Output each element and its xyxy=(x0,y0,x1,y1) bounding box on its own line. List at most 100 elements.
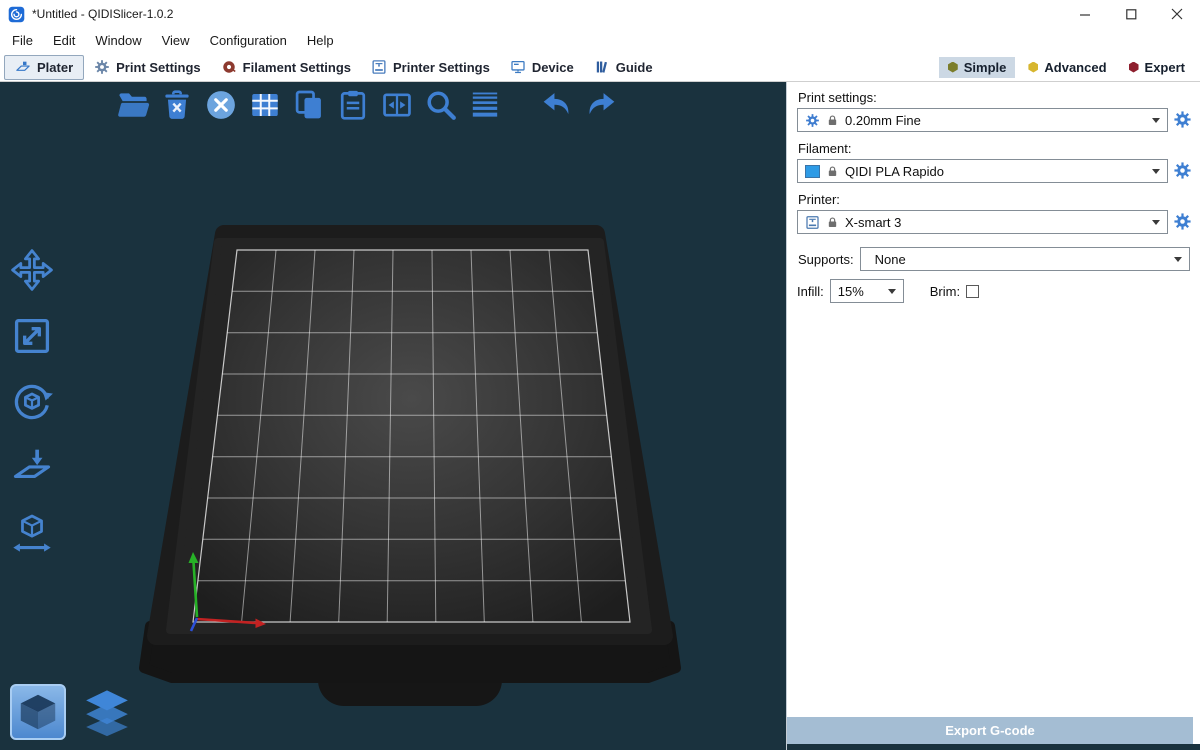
gear-icon xyxy=(1173,110,1192,129)
print-settings-gear-button[interactable] xyxy=(1172,110,1192,130)
scale-icon[interactable] xyxy=(10,314,54,358)
window-title: *Untitled - QIDISlicer-1.0.2 xyxy=(32,7,173,21)
measure-icon[interactable] xyxy=(10,512,54,556)
chevron-down-icon xyxy=(1174,257,1182,262)
filament-spool-icon xyxy=(221,59,237,75)
place-on-face-icon[interactable] xyxy=(10,446,54,490)
viewport-toolbar xyxy=(116,88,618,122)
menu-item-view[interactable]: View xyxy=(152,31,200,50)
tab-filament-settings[interactable]: Filament Settings xyxy=(211,55,361,80)
mode-advanced-label: Advanced xyxy=(1044,60,1106,75)
gizmo-toolbar xyxy=(10,248,54,556)
3d-viewport[interactable] xyxy=(0,82,786,750)
delete-icon[interactable] xyxy=(160,88,194,122)
menu-item-help[interactable]: Help xyxy=(297,31,344,50)
cube-icon xyxy=(16,690,60,734)
mode-expert-label: Expert xyxy=(1145,60,1185,75)
paste-icon[interactable] xyxy=(336,88,370,122)
menu-item-window[interactable]: Window xyxy=(85,31,151,50)
chevron-down-icon xyxy=(1152,169,1160,174)
layers-stack-icon xyxy=(82,687,132,737)
app-logo-icon xyxy=(8,6,25,23)
mode-simple-label: Simple xyxy=(964,60,1007,75)
printer-label: Printer: xyxy=(798,192,1192,207)
print-bed-canvas[interactable] xyxy=(0,82,786,750)
close-button[interactable] xyxy=(1154,0,1200,28)
tab-printer-settings[interactable]: Printer Settings xyxy=(361,55,500,80)
infill-label: Infill: xyxy=(797,284,824,299)
tab-device[interactable]: Device xyxy=(500,55,584,80)
print-settings-combo[interactable]: 0.20mm Fine xyxy=(797,108,1168,132)
mode-expert[interactable]: Expert xyxy=(1120,57,1194,78)
menu-item-edit[interactable]: Edit xyxy=(43,31,85,50)
rotate-icon[interactable] xyxy=(10,380,54,424)
supports-value: None xyxy=(875,252,906,267)
maximize-button[interactable] xyxy=(1108,0,1154,28)
lock-icon xyxy=(826,114,839,127)
tab-guide[interactable]: Guide xyxy=(584,55,663,80)
tab-filament-settings-label: Filament Settings xyxy=(243,60,351,75)
open-folder-icon[interactable] xyxy=(116,88,150,122)
expert-mode-dot-icon xyxy=(1129,62,1139,73)
move-icon[interactable] xyxy=(10,248,54,292)
printer-combo[interactable]: X-smart 3 xyxy=(797,210,1168,234)
infill-value: 15% xyxy=(838,284,864,299)
tabbar: Plater Print Settings Filament Settings … xyxy=(0,53,1200,82)
infill-combo[interactable]: 15% xyxy=(830,279,904,303)
filament-label: Filament: xyxy=(798,141,1192,156)
print-settings-value: 0.20mm Fine xyxy=(845,113,921,128)
advanced-mode-dot-icon xyxy=(1028,62,1038,73)
printer-value: X-smart 3 xyxy=(845,215,901,230)
simple-mode-dot-icon xyxy=(948,62,958,73)
export-gcode-button[interactable]: Export G-code xyxy=(787,717,1193,744)
supports-label: Supports: xyxy=(798,252,854,267)
gear-icon xyxy=(1173,161,1192,180)
printer-gear-button[interactable] xyxy=(1172,212,1192,232)
filament-combo[interactable]: QIDI PLA Rapido xyxy=(797,159,1168,183)
split-objects-icon[interactable] xyxy=(380,88,414,122)
brim-label: Brim: xyxy=(930,284,960,299)
maximize-icon xyxy=(1126,9,1137,20)
mode-advanced[interactable]: Advanced xyxy=(1019,57,1115,78)
tab-device-label: Device xyxy=(532,60,574,75)
sidebar: Print settings: 0.20mm Fine Filament: QI… xyxy=(786,82,1200,750)
print-settings-label: Print settings: xyxy=(798,90,1192,105)
chevron-down-icon xyxy=(1152,118,1160,123)
variable-layer-height-icon[interactable] xyxy=(468,88,502,122)
menu-item-configuration[interactable]: Configuration xyxy=(200,31,297,50)
tab-guide-label: Guide xyxy=(616,60,653,75)
minimize-button[interactable] xyxy=(1062,0,1108,28)
filament-gear-button[interactable] xyxy=(1172,161,1192,181)
tab-plater[interactable]: Plater xyxy=(4,55,84,80)
mode-switcher: Simple Advanced Expert xyxy=(939,57,1194,78)
device-icon xyxy=(510,59,526,75)
chevron-down-icon xyxy=(1152,220,1160,225)
minimize-icon xyxy=(1080,9,1091,20)
tab-print-settings[interactable]: Print Settings xyxy=(84,55,211,80)
mode-simple[interactable]: Simple xyxy=(939,57,1016,78)
preview-layers-button[interactable] xyxy=(82,687,132,737)
redo-icon[interactable] xyxy=(584,88,618,122)
menu-item-file[interactable]: File xyxy=(2,31,43,50)
tab-plater-label: Plater xyxy=(37,60,73,75)
search-icon[interactable] xyxy=(424,88,458,122)
3d-editor-view-button[interactable] xyxy=(10,684,66,740)
arrange-icon[interactable] xyxy=(248,88,282,122)
tab-print-settings-label: Print Settings xyxy=(116,60,201,75)
printer-icon xyxy=(371,59,387,75)
filament-color-swatch xyxy=(805,165,820,178)
copy-icon[interactable] xyxy=(292,88,326,122)
close-icon xyxy=(1171,8,1183,20)
guide-book-icon xyxy=(594,59,610,75)
lock-icon xyxy=(826,216,839,229)
lock-icon xyxy=(826,165,839,178)
tab-printer-settings-label: Printer Settings xyxy=(393,60,490,75)
gear-icon xyxy=(805,113,820,128)
gear-icon xyxy=(1173,212,1192,231)
delete-all-icon[interactable] xyxy=(204,88,238,122)
supports-combo[interactable]: None xyxy=(860,247,1190,271)
gear-icon xyxy=(94,59,110,75)
undo-icon[interactable] xyxy=(540,88,574,122)
plater-icon xyxy=(15,59,31,75)
brim-checkbox[interactable] xyxy=(966,285,979,298)
